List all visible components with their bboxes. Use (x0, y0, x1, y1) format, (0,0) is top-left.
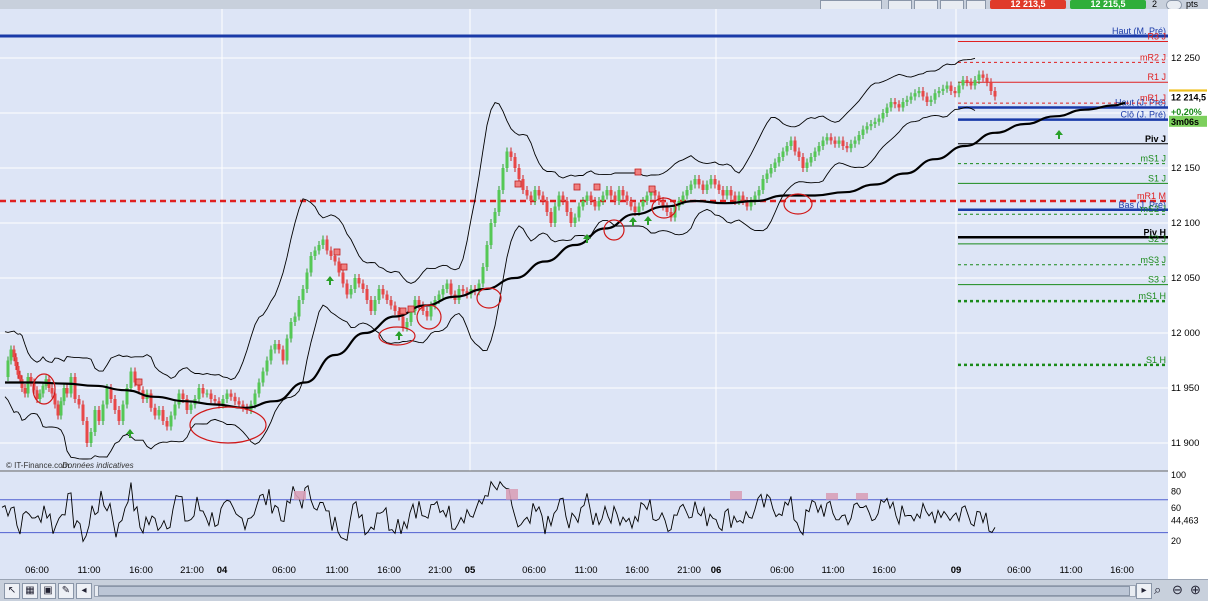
price-tag-text: 3m06s (1171, 117, 1199, 127)
level-label: mR2 J (1140, 52, 1166, 62)
time-axis: 06:00 11:00 16:00 21:00 04 06:00 11:00 16:00 21:… (0, 550, 1168, 579)
price-chart[interactable]: Haut (M. Pré)R3 JmR2 JR1 JHaut (J. Pré)m… (0, 9, 1208, 579)
level-label: R3 J (1147, 32, 1166, 42)
time-tick: 11:00 (325, 565, 348, 576)
price-tick: 12 150 (1171, 163, 1200, 174)
overbought-fill (506, 489, 518, 500)
zoom-out-icon[interactable]: ⊖ (1172, 582, 1183, 598)
osc-tick: 44,463 (1171, 516, 1199, 526)
osc-tick: 20 (1171, 536, 1181, 546)
scroll-right-button[interactable]: ▸ (1136, 583, 1152, 599)
time-tick: 16:00 (625, 565, 649, 576)
window-suffix: pts (1186, 0, 1199, 9)
sell-signal (333, 248, 341, 256)
sell-signal (514, 180, 522, 188)
sell-signal (648, 185, 656, 193)
time-tick: 16:00 (872, 565, 896, 576)
sell-signal (593, 183, 601, 191)
sell-signal (573, 183, 581, 191)
time-tick: 06:00 (1007, 565, 1031, 576)
sell-signal (407, 305, 415, 313)
level-label: S1 J (1148, 173, 1166, 183)
level-label: S1 H (1146, 355, 1166, 365)
overbought-fill (856, 493, 868, 500)
time-tick: 16:00 (1110, 565, 1134, 576)
time-tick: 11:00 (574, 565, 597, 576)
price-tick: 11 900 (1171, 438, 1199, 449)
price-tags: 12 21612 214,5+0,20%3m06s (1169, 89, 1207, 127)
scrollbar-thumb[interactable] (98, 586, 1130, 596)
time-tick: 16:00 (377, 565, 401, 576)
time-tick: 09 (951, 565, 962, 576)
level-label: R1 J (1147, 72, 1166, 82)
sell-signal (340, 263, 348, 271)
level-label: Clô (J. Pré) (1120, 110, 1166, 120)
time-tick: 06:00 (25, 565, 49, 576)
zoom-reset-icon[interactable]: ⌕ (1154, 582, 1161, 598)
level-label: mS3 J (1140, 255, 1166, 265)
cursor-tool-icon[interactable]: ↖ (4, 583, 20, 599)
top-toolbar: 12 213,5 12 215,5 2 pts (0, 0, 1208, 10)
sell-signal (135, 378, 143, 386)
sell-signal (634, 168, 642, 176)
time-tick: 21:00 (180, 565, 204, 576)
grid-tool-icon[interactable]: ▦ (22, 583, 38, 599)
price-tick: 11 950 (1171, 383, 1199, 394)
window-mark: 2 (1152, 0, 1158, 9)
overbought-fill (294, 491, 306, 500)
zoom-in-icon[interactable]: ⊕ (1190, 582, 1201, 598)
overbought-fill (730, 491, 742, 500)
time-tick: 21:00 (428, 565, 452, 576)
time-tick: 11:00 (821, 565, 844, 576)
watermark: © IT-Finance.com (6, 461, 70, 470)
ask-quote[interactable]: 12 215,5 (1070, 0, 1146, 9)
price-tick: 12 100 (1171, 218, 1200, 229)
price-tag-text: +0,20% (1171, 107, 1202, 117)
time-tick: 11:00 (1059, 565, 1082, 576)
oscillator-area (0, 471, 1168, 551)
time-tick: 21:00 (677, 565, 701, 576)
scroll-left-button[interactable]: ◂ (76, 583, 92, 599)
lock-tool-icon[interactable]: ▣ (40, 583, 56, 599)
level-label: mS1 H (1138, 291, 1166, 301)
time-tick: 06:00 (522, 565, 546, 576)
price-tick: 12 000 (1171, 328, 1200, 339)
time-tick: 06 (711, 565, 722, 576)
time-tick: 11:00 (77, 565, 100, 576)
time-tick: 06:00 (272, 565, 296, 576)
osc-tick: 100 (1171, 470, 1186, 480)
price-tick: 12 250 (1171, 53, 1200, 64)
time-tick: 05 (465, 565, 476, 576)
level-label: mS1 J (1140, 154, 1166, 164)
bid-quote[interactable]: 12 213,5 (990, 0, 1066, 9)
level-label: S3 J (1148, 275, 1166, 285)
level-label: Piv J (1145, 134, 1166, 144)
osc-tick: 60 (1171, 503, 1181, 513)
oscillator-panel: 100 80 60 44,463 20 (0, 470, 1199, 551)
sell-signal (399, 307, 407, 315)
osc-tick: 80 (1171, 487, 1181, 497)
time-tick: 16:00 (129, 565, 153, 576)
level-label: S2 J (1148, 234, 1166, 244)
watermark-2: Données indicatives (62, 461, 134, 470)
time-tick: 06:00 (770, 565, 794, 576)
level-label: mS2 J (1140, 204, 1166, 214)
draw-tool-icon[interactable]: ✎ (58, 583, 74, 599)
price-tick: 12 050 (1171, 273, 1200, 284)
bottom-toolbar: ↖ ▦ ▣ ✎ ◂ ▸ ⌕ ⊖ ⊕ (0, 579, 1208, 601)
price-tag-text: 12 214,5 (1171, 93, 1206, 103)
level-label: mR1 J (1140, 93, 1166, 103)
time-tick: 04 (217, 565, 228, 576)
overbought-fill (826, 493, 838, 500)
